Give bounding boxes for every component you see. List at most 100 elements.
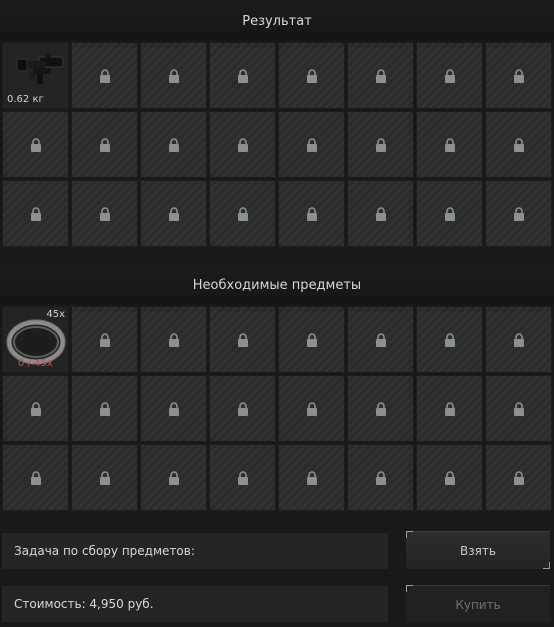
lock-icon	[99, 206, 110, 221]
lock-icon	[237, 68, 248, 83]
result-header: Результат	[0, 2, 554, 40]
locked-required-slot	[2, 444, 69, 511]
locked-result-slot	[140, 180, 207, 247]
button-corner	[406, 585, 413, 592]
locked-required-slot	[209, 375, 276, 442]
lock-icon	[513, 206, 524, 221]
lock-icon	[99, 137, 110, 152]
task-field: Задача по сбору предметов:	[2, 533, 388, 569]
locked-result-slot	[209, 111, 276, 178]
lock-icon	[306, 206, 317, 221]
lock-icon	[444, 68, 455, 83]
lock-icon	[513, 401, 524, 416]
locked-result-slot	[347, 111, 414, 178]
locked-result-slot	[416, 42, 483, 109]
locked-required-slot	[278, 306, 345, 373]
locked-required-slot	[209, 444, 276, 511]
locked-result-slot	[71, 180, 138, 247]
locked-result-slot	[485, 111, 552, 178]
item-weight: 0.62 кг	[7, 94, 44, 105]
lock-icon	[306, 401, 317, 416]
lock-icon	[99, 401, 110, 416]
locked-result-slot	[2, 180, 69, 247]
lock-icon	[306, 470, 317, 485]
locked-result-slot	[209, 42, 276, 109]
result-grid: 0.62 кг	[2, 42, 554, 247]
locked-required-slot	[416, 444, 483, 511]
locked-required-slot	[2, 375, 69, 442]
locked-required-slot	[278, 444, 345, 511]
item-required-count: 0 / 45x	[18, 358, 53, 369]
locked-required-slot	[416, 375, 483, 442]
locked-result-slot	[485, 42, 552, 109]
required-item-slot[interactable]: 45x 0 / 45x	[2, 306, 69, 373]
lock-icon	[444, 137, 455, 152]
locked-required-slot	[485, 306, 552, 373]
lock-icon	[513, 68, 524, 83]
lock-icon	[237, 470, 248, 485]
lock-icon	[444, 401, 455, 416]
required-grid: 45x 0 / 45x	[2, 306, 554, 511]
lock-icon	[375, 401, 386, 416]
locked-result-slot	[278, 42, 345, 109]
buy-button[interactable]: Купить	[406, 585, 550, 623]
lock-icon	[306, 137, 317, 152]
required-title: Необходимые предметы	[192, 277, 362, 293]
button-corner	[406, 531, 413, 538]
cost-field: Стоимость: 4,950 руб.	[2, 586, 388, 622]
lock-icon	[168, 68, 179, 83]
locked-required-slot	[71, 444, 138, 511]
locked-result-slot	[278, 180, 345, 247]
lock-icon	[444, 332, 455, 347]
lock-icon	[306, 332, 317, 347]
buy-button-label: Купить	[455, 597, 501, 612]
lock-icon	[168, 206, 179, 221]
lock-icon	[30, 137, 41, 152]
locked-result-slot	[140, 111, 207, 178]
lock-icon	[30, 401, 41, 416]
take-button[interactable]: Взять	[406, 531, 550, 569]
lock-icon	[237, 137, 248, 152]
locked-result-slot	[140, 42, 207, 109]
lock-icon	[30, 206, 41, 221]
lock-icon	[99, 470, 110, 485]
lock-icon	[513, 470, 524, 485]
locked-required-slot	[485, 444, 552, 511]
locked-required-slot	[140, 375, 207, 442]
locked-result-slot	[347, 180, 414, 247]
button-corner	[543, 562, 550, 569]
item-count: 45x	[46, 309, 65, 320]
lock-icon	[375, 137, 386, 152]
lock-icon	[168, 470, 179, 485]
task-label: Задача по сбору предметов:	[14, 544, 195, 558]
locked-required-slot	[71, 375, 138, 442]
cost-label: Стоимость: 4,950 руб.	[14, 597, 154, 611]
locked-result-slot	[71, 42, 138, 109]
lock-icon	[375, 206, 386, 221]
lock-icon	[444, 470, 455, 485]
locked-result-slot	[485, 180, 552, 247]
locked-result-slot	[416, 111, 483, 178]
locked-result-slot	[209, 180, 276, 247]
locked-required-slot	[278, 375, 345, 442]
lock-icon	[375, 332, 386, 347]
lock-icon	[375, 68, 386, 83]
lock-icon	[168, 137, 179, 152]
locked-required-slot	[140, 306, 207, 373]
locked-required-slot	[347, 375, 414, 442]
result-item-slot[interactable]: 0.62 кг	[2, 42, 69, 109]
required-header: Необходимые предметы	[0, 266, 554, 304]
lock-icon	[168, 332, 179, 347]
locked-result-slot	[416, 180, 483, 247]
lock-icon	[513, 137, 524, 152]
locked-required-slot	[485, 375, 552, 442]
lock-icon	[513, 332, 524, 347]
lock-icon	[444, 206, 455, 221]
lock-icon	[99, 332, 110, 347]
locked-required-slot	[416, 306, 483, 373]
take-button-label: Взять	[460, 543, 496, 558]
locked-required-slot	[209, 306, 276, 373]
locked-result-slot	[71, 111, 138, 178]
locked-result-slot	[278, 111, 345, 178]
locked-result-slot	[2, 111, 69, 178]
